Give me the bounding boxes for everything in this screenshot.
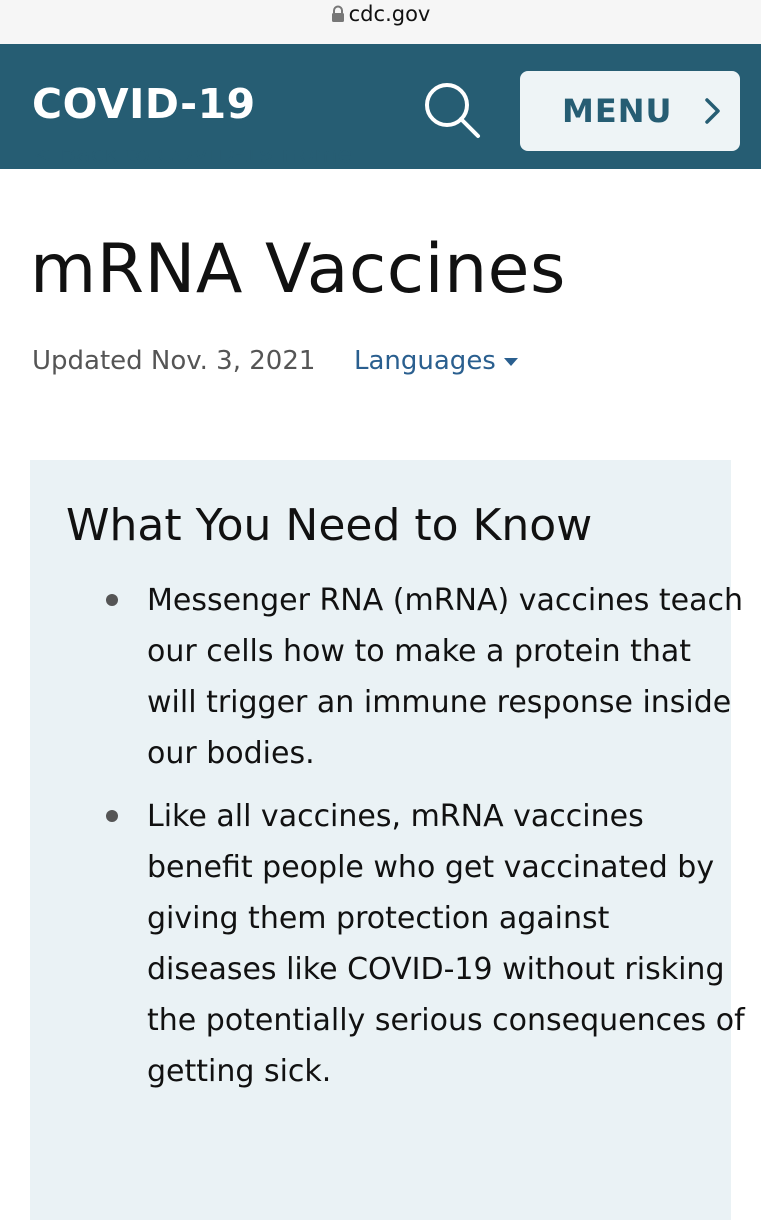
site-title[interactable]: COVID-19 (32, 80, 256, 128)
search-icon[interactable] (420, 78, 484, 142)
key-points-list: Messenger RNA (mRNA) vaccines teach our … (30, 575, 747, 1097)
page-title: mRNA Vaccines (30, 230, 566, 309)
languages-label: Languages (354, 346, 496, 376)
bullet-icon (106, 810, 118, 822)
url-text: cdc.gov (348, 2, 431, 26)
back-to-home-link[interactable]: < Back to COVID-19 Home (32, 150, 352, 172)
languages-dropdown[interactable]: Languages (354, 346, 518, 376)
bullet-icon (106, 594, 118, 606)
chevron-right-icon (705, 98, 720, 124)
box-heading: What You Need to Know (66, 500, 593, 551)
menu-label: MENU (562, 92, 673, 130)
what-you-need-to-know-box: What You Need to Know Messenger RNA (mRN… (30, 460, 745, 1220)
caret-down-icon (503, 358, 518, 366)
browser-url-bar[interactable]: cdc.gov (0, 0, 761, 44)
updated-date: Updated Nov. 3, 2021 (32, 346, 316, 376)
menu-button[interactable]: MENU (520, 71, 740, 151)
list-item-text: Messenger RNA (mRNA) vaccines teach our … (147, 583, 743, 771)
lock-icon (331, 5, 344, 22)
list-item: Like all vaccines, mRNA vaccines benefit… (30, 791, 747, 1097)
list-item: Messenger RNA (mRNA) vaccines teach our … (30, 575, 747, 779)
url-display[interactable]: cdc.gov (0, 2, 761, 26)
list-item-text: Like all vaccines, mRNA vaccines benefit… (147, 799, 745, 1089)
